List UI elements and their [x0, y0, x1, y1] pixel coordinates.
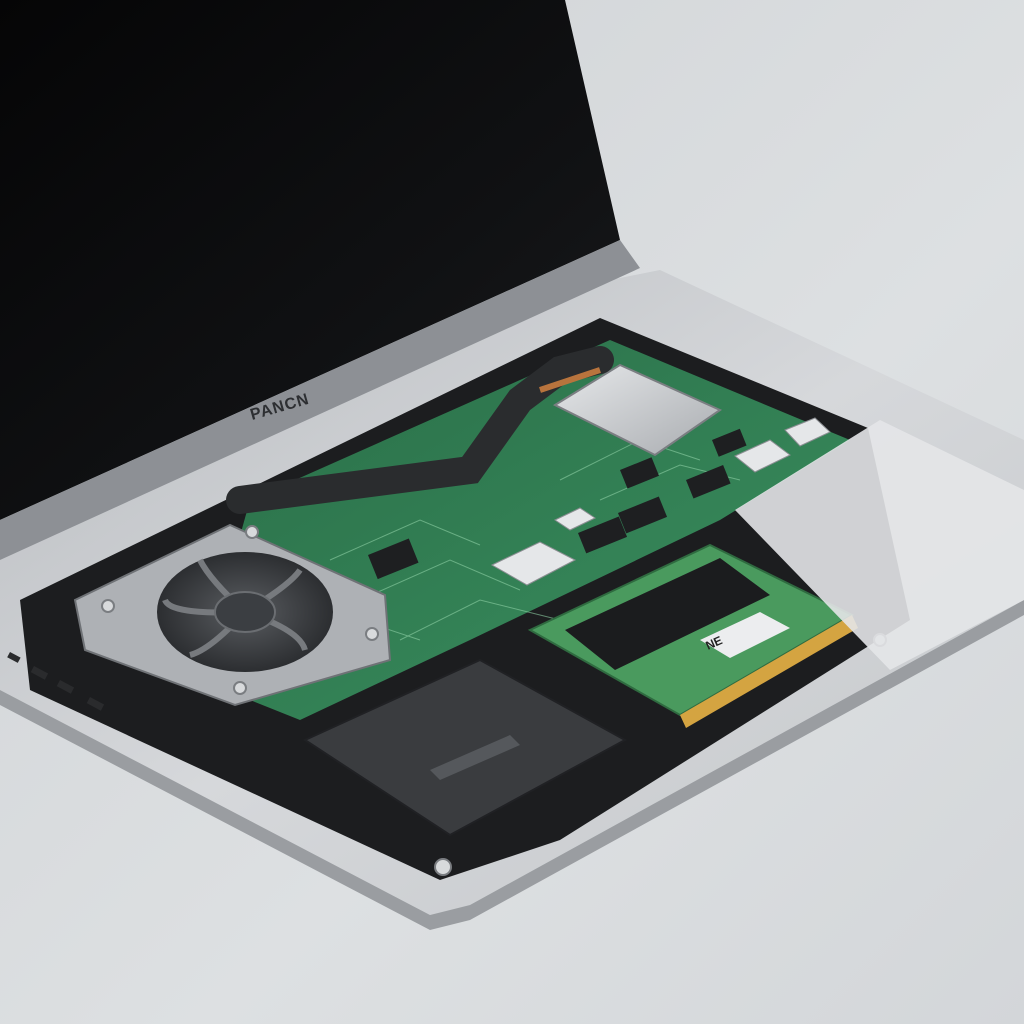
laptop-scene: PANCN NE — [0, 0, 1024, 1024]
laptop-illustration: PANCN NE — [0, 0, 1024, 1024]
cooling-fan-icon — [157, 552, 333, 672]
